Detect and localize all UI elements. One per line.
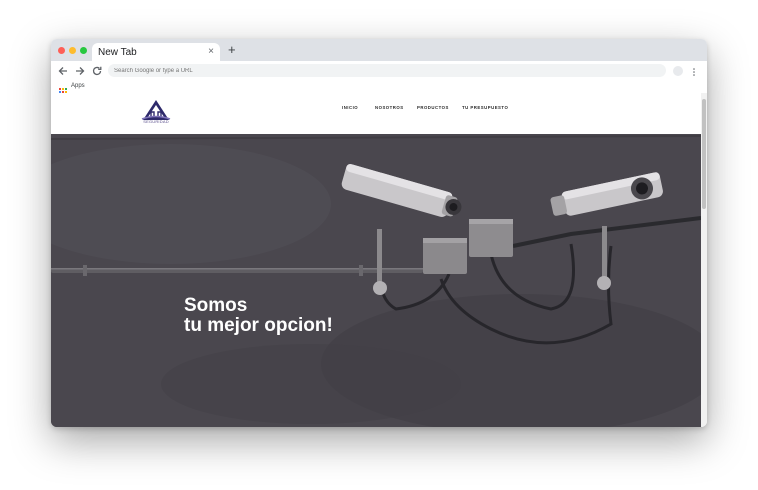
- menu-dots-icon[interactable]: [692, 65, 696, 77]
- tab-title: New Tab: [98, 47, 137, 58]
- back-arrow-icon[interactable]: [57, 64, 69, 76]
- new-tab-button[interactable]: +: [228, 43, 236, 57]
- tab-new-tab[interactable]: New Tab ×: [92, 43, 220, 61]
- forward-arrow-icon[interactable]: [74, 64, 86, 76]
- tab-bar: New Tab × +: [51, 39, 707, 61]
- nav-inicio[interactable]: INICIO: [342, 105, 358, 110]
- page-viewport: SEGURIDAD INICIO NOSOTROS PRODUCTOS TU P…: [51, 93, 701, 427]
- reload-icon[interactable]: [91, 64, 103, 76]
- tab-close-icon[interactable]: ×: [208, 46, 214, 57]
- browser-window: New Tab × + Apps: [51, 39, 707, 427]
- profile-icon[interactable]: [673, 66, 683, 76]
- logo-text: SEGURIDAD: [143, 119, 169, 124]
- hero-line-1: Somos: [184, 295, 248, 316]
- nav-productos[interactable]: PRODUCTOS: [417, 105, 449, 110]
- hero-line-2: tu mejor opcion!: [184, 315, 333, 336]
- nav-tu-presupuesto[interactable]: TU PRESUPUESTO: [462, 105, 508, 110]
- apps-grid-icon[interactable]: [59, 83, 67, 96]
- close-window-button[interactable]: [58, 47, 65, 54]
- hero-banner: Somos tu mejor opcion!: [51, 134, 701, 427]
- page-scrollbar[interactable]: [701, 93, 707, 427]
- nav-nosotros[interactable]: NOSOTROS: [375, 105, 404, 110]
- address-input[interactable]: [114, 64, 654, 77]
- security-cameras-image: [51, 134, 701, 427]
- bookmarks-bar: Apps: [51, 81, 707, 96]
- omnibox[interactable]: [108, 64, 666, 77]
- minimize-window-button[interactable]: [69, 47, 76, 54]
- scrollbar-thumb[interactable]: [702, 99, 706, 209]
- site-header: SEGURIDAD INICIO NOSOTROS PRODUCTOS TU P…: [51, 93, 701, 134]
- browser-toolbar: [51, 61, 707, 81]
- hero-headline: Somos tu mejor opcion!: [184, 296, 333, 336]
- maximize-window-button[interactable]: [80, 47, 87, 54]
- apps-bookmark-label[interactable]: Apps: [71, 83, 85, 89]
